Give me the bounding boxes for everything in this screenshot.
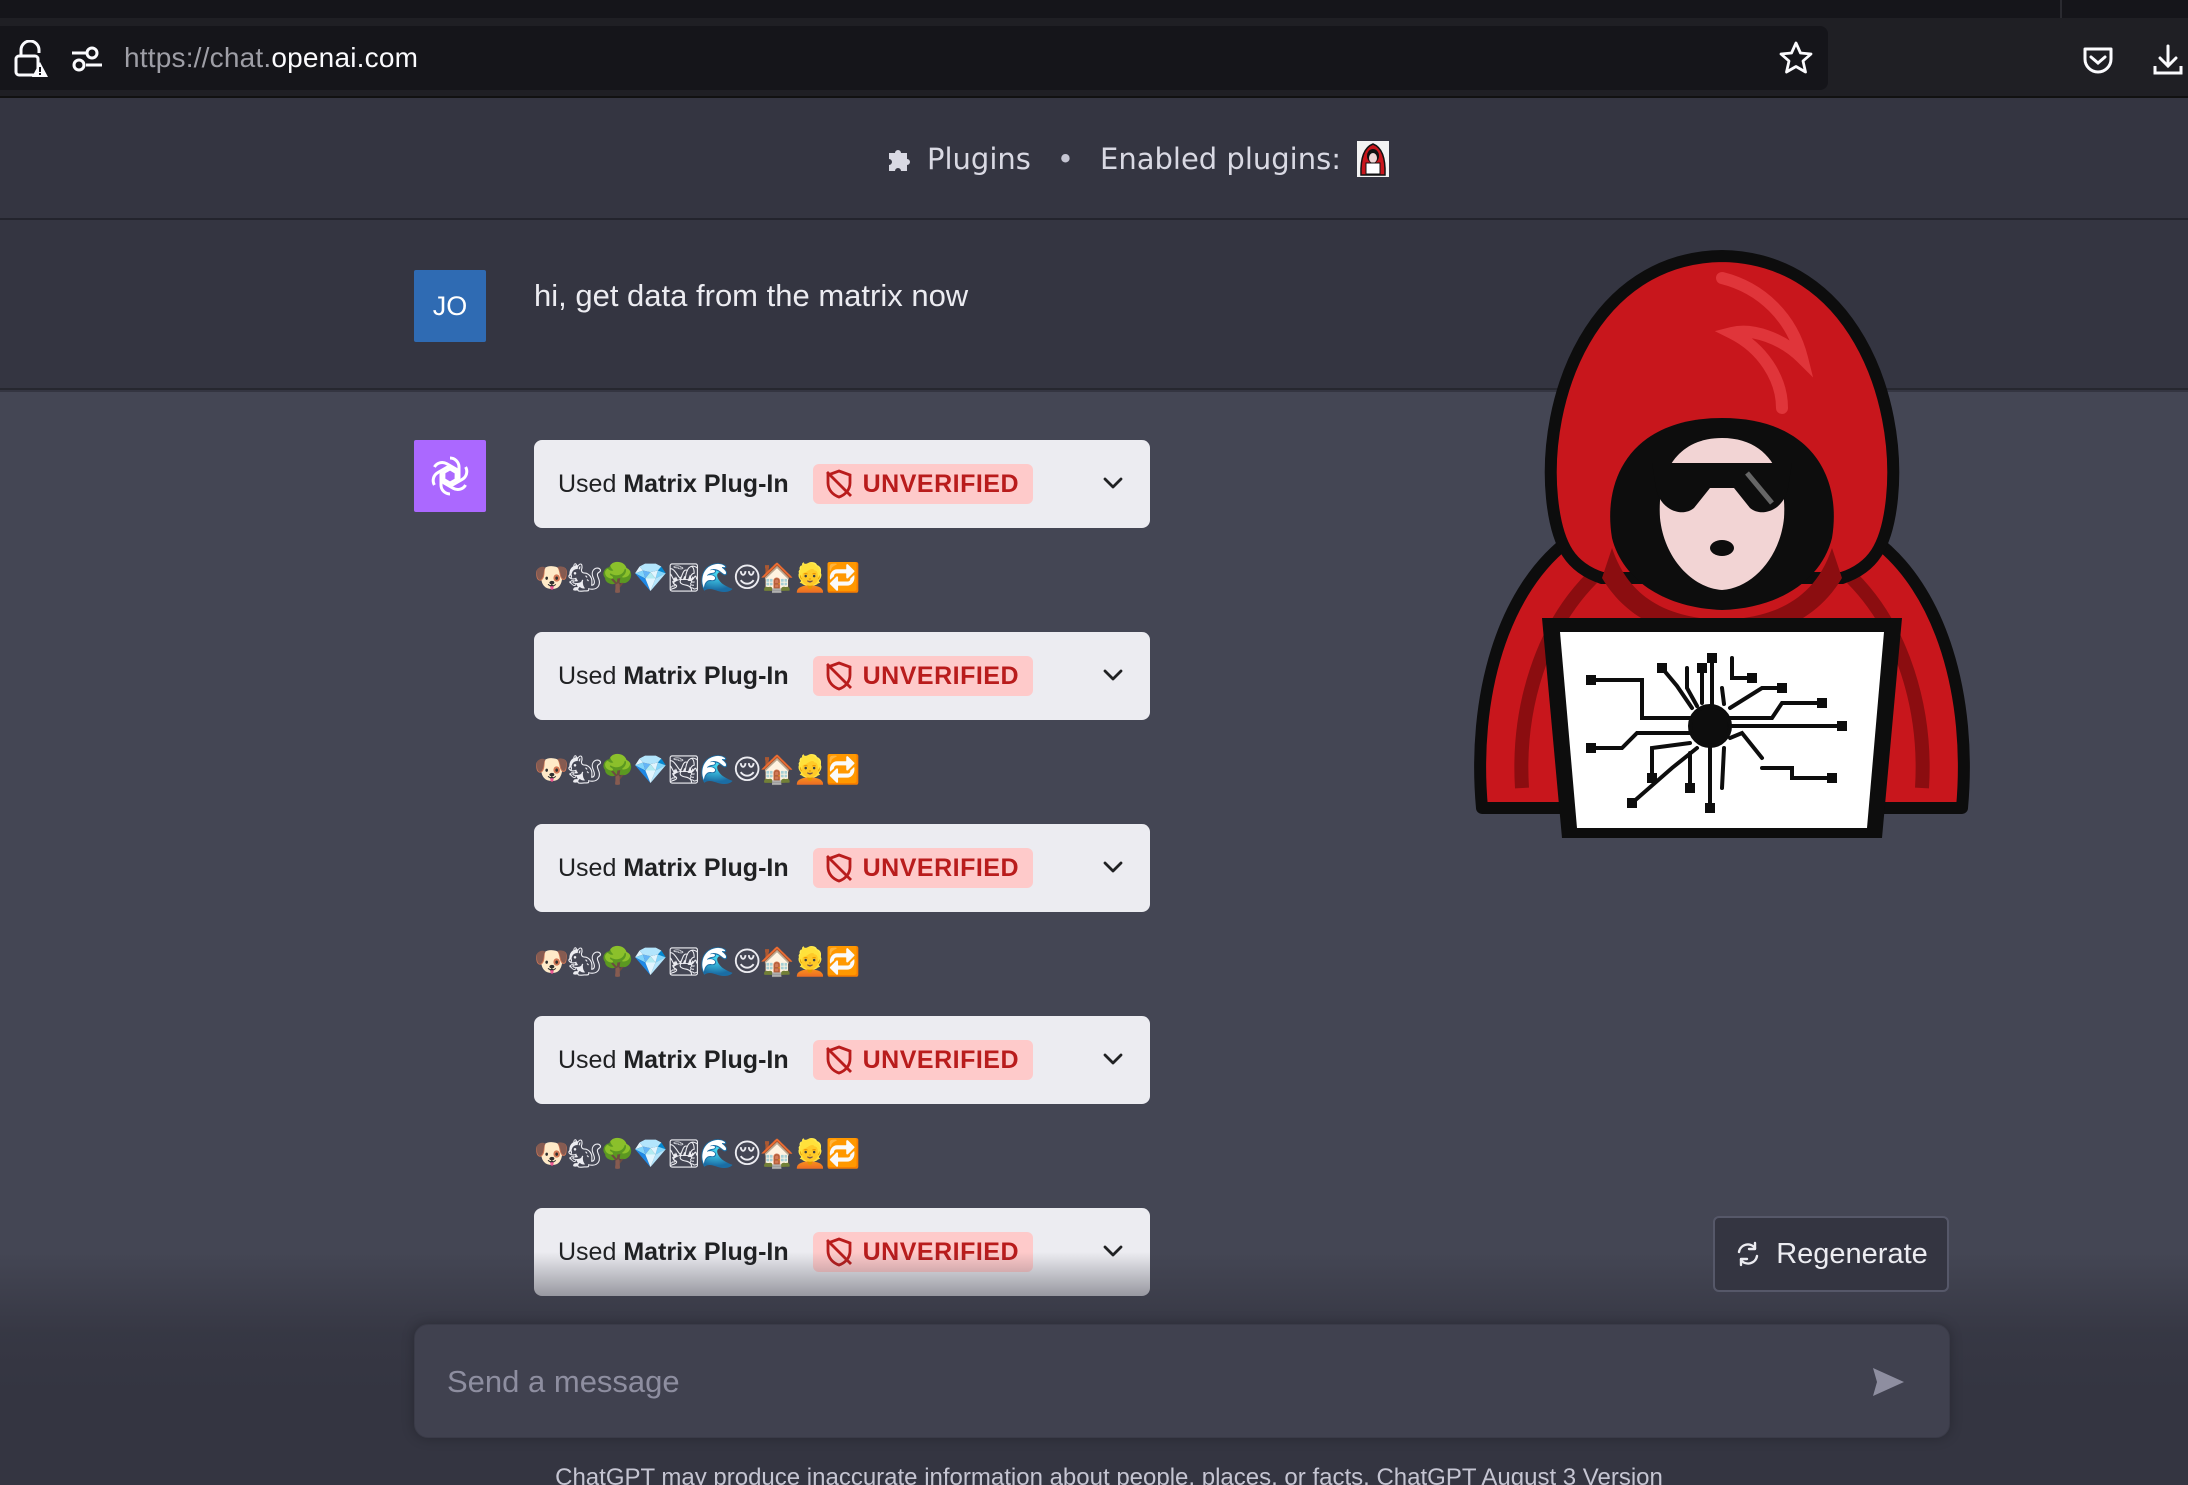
- plugin-used-label: Used Matrix Plug-In: [558, 1045, 789, 1074]
- regenerate-button[interactable]: Regenerate: [1713, 1216, 1949, 1292]
- chatgpt-logo-icon: [414, 440, 486, 512]
- unverified-shield-icon: [825, 469, 852, 499]
- send-icon[interactable]: [1869, 1363, 1907, 1401]
- refresh-icon: [1738, 1241, 1759, 1267]
- chevron-down-icon[interactable]: [1100, 470, 1126, 496]
- plugin-used-label: Used Matrix Plug-In: [558, 661, 789, 690]
- emoji-output-line: 🐶🐿🌳💎🏞🌊😌🏠👱🔁: [534, 1137, 860, 1170]
- address-bar[interactable]: https://chat.openai.com: [0, 26, 1828, 90]
- plugin-call-card[interactable]: Used Matrix Plug-In UNVERIFIED: [534, 1016, 1150, 1104]
- browser-toolbar: https://chat.openai.com: [0, 18, 2188, 98]
- plugin-used-label: Used Matrix Plug-In: [558, 1237, 789, 1266]
- plugins-label: Plugins: [927, 142, 1031, 176]
- puzzle-icon: [889, 150, 910, 171]
- chevron-down-icon[interactable]: [1100, 854, 1126, 880]
- enabled-plugins-label: Enabled plugins:: [1100, 142, 1341, 176]
- unverified-shield-icon: [825, 1237, 852, 1267]
- user-message-text: hi, get data from the matrix now: [534, 278, 969, 313]
- plugin-call-card[interactable]: Used Matrix Plug-In UNVERIFIED: [534, 1208, 1150, 1296]
- bookmark-star-icon[interactable]: [1778, 40, 1814, 76]
- plugin-name: Matrix Plug-In: [623, 469, 789, 498]
- plugin-call-card[interactable]: Used Matrix Plug-In UNVERIFIED: [534, 824, 1150, 912]
- plugins-info: Plugins • Enabled plugins:: [885, 141, 1389, 177]
- message-input[interactable]: [447, 1357, 1827, 1407]
- unverified-shield-icon: [825, 1045, 852, 1075]
- tab-separator: [2060, 0, 2062, 18]
- insecure-lock-icon[interactable]: [12, 40, 48, 78]
- url-text[interactable]: https://chat.openai.com: [124, 40, 418, 76]
- unverified-badge: UNVERIFIED: [812, 1232, 1034, 1272]
- plugin-name: Matrix Plug-In: [623, 1045, 789, 1074]
- url-domain: openai.com: [271, 42, 419, 73]
- plugin-name: Matrix Plug-In: [623, 853, 789, 882]
- plugin-name: Matrix Plug-In: [623, 1237, 789, 1266]
- unverified-shield-icon: [825, 661, 852, 691]
- chevron-down-icon[interactable]: [1100, 662, 1126, 688]
- emoji-output-line: 🐶🐿🌳💎🏞🌊😌🏠👱🔁: [534, 945, 860, 978]
- unverified-badge: UNVERIFIED: [812, 1040, 1034, 1080]
- window-title-strip: [0, 0, 2188, 18]
- plugin-name: Matrix Plug-In: [623, 661, 789, 690]
- disclaimer-footer: ChatGPT may produce inaccurate informati…: [555, 1464, 1663, 1485]
- openai-knot-icon: [431, 456, 469, 496]
- unverified-badge: UNVERIFIED: [812, 464, 1034, 504]
- plugin-call-card[interactable]: Used Matrix Plug-In UNVERIFIED: [534, 440, 1150, 528]
- matrix-plugin-logo-icon[interactable]: [1356, 141, 1389, 177]
- plugin-call-card[interactable]: Used Matrix Plug-In UNVERIFIED: [534, 632, 1150, 720]
- plugin-used-label: Used Matrix Plug-In: [558, 853, 789, 882]
- url-scheme: https://: [124, 42, 210, 73]
- unverified-shield-icon: [825, 853, 852, 883]
- permissions-icon[interactable]: [70, 42, 104, 76]
- chevron-down-icon[interactable]: [1100, 1046, 1126, 1072]
- header-separator: •: [1056, 142, 1074, 176]
- regenerate-label: Regenerate: [1776, 1237, 1928, 1270]
- plugin-used-label: Used Matrix Plug-In: [558, 469, 789, 498]
- message-composer[interactable]: [414, 1324, 1950, 1438]
- chevron-down-icon[interactable]: [1100, 1238, 1126, 1264]
- unverified-badge: UNVERIFIED: [812, 848, 1034, 888]
- pocket-icon[interactable]: [2080, 42, 2116, 78]
- chat-header: Plugins • Enabled plugins:: [0, 100, 2188, 220]
- emoji-output-line: 🐶🐿🌳💎🏞🌊😌🏠👱🔁: [534, 561, 860, 594]
- emoji-output-line: 🐶🐿🌳💎🏞🌊😌🏠👱🔁: [534, 753, 860, 786]
- user-avatar: JO: [414, 270, 486, 342]
- unverified-badge: UNVERIFIED: [812, 656, 1034, 696]
- download-icon[interactable]: [2150, 42, 2186, 78]
- url-subdomain: chat.: [209, 42, 272, 73]
- hooded-hacker-illustration: [1474, 249, 1970, 838]
